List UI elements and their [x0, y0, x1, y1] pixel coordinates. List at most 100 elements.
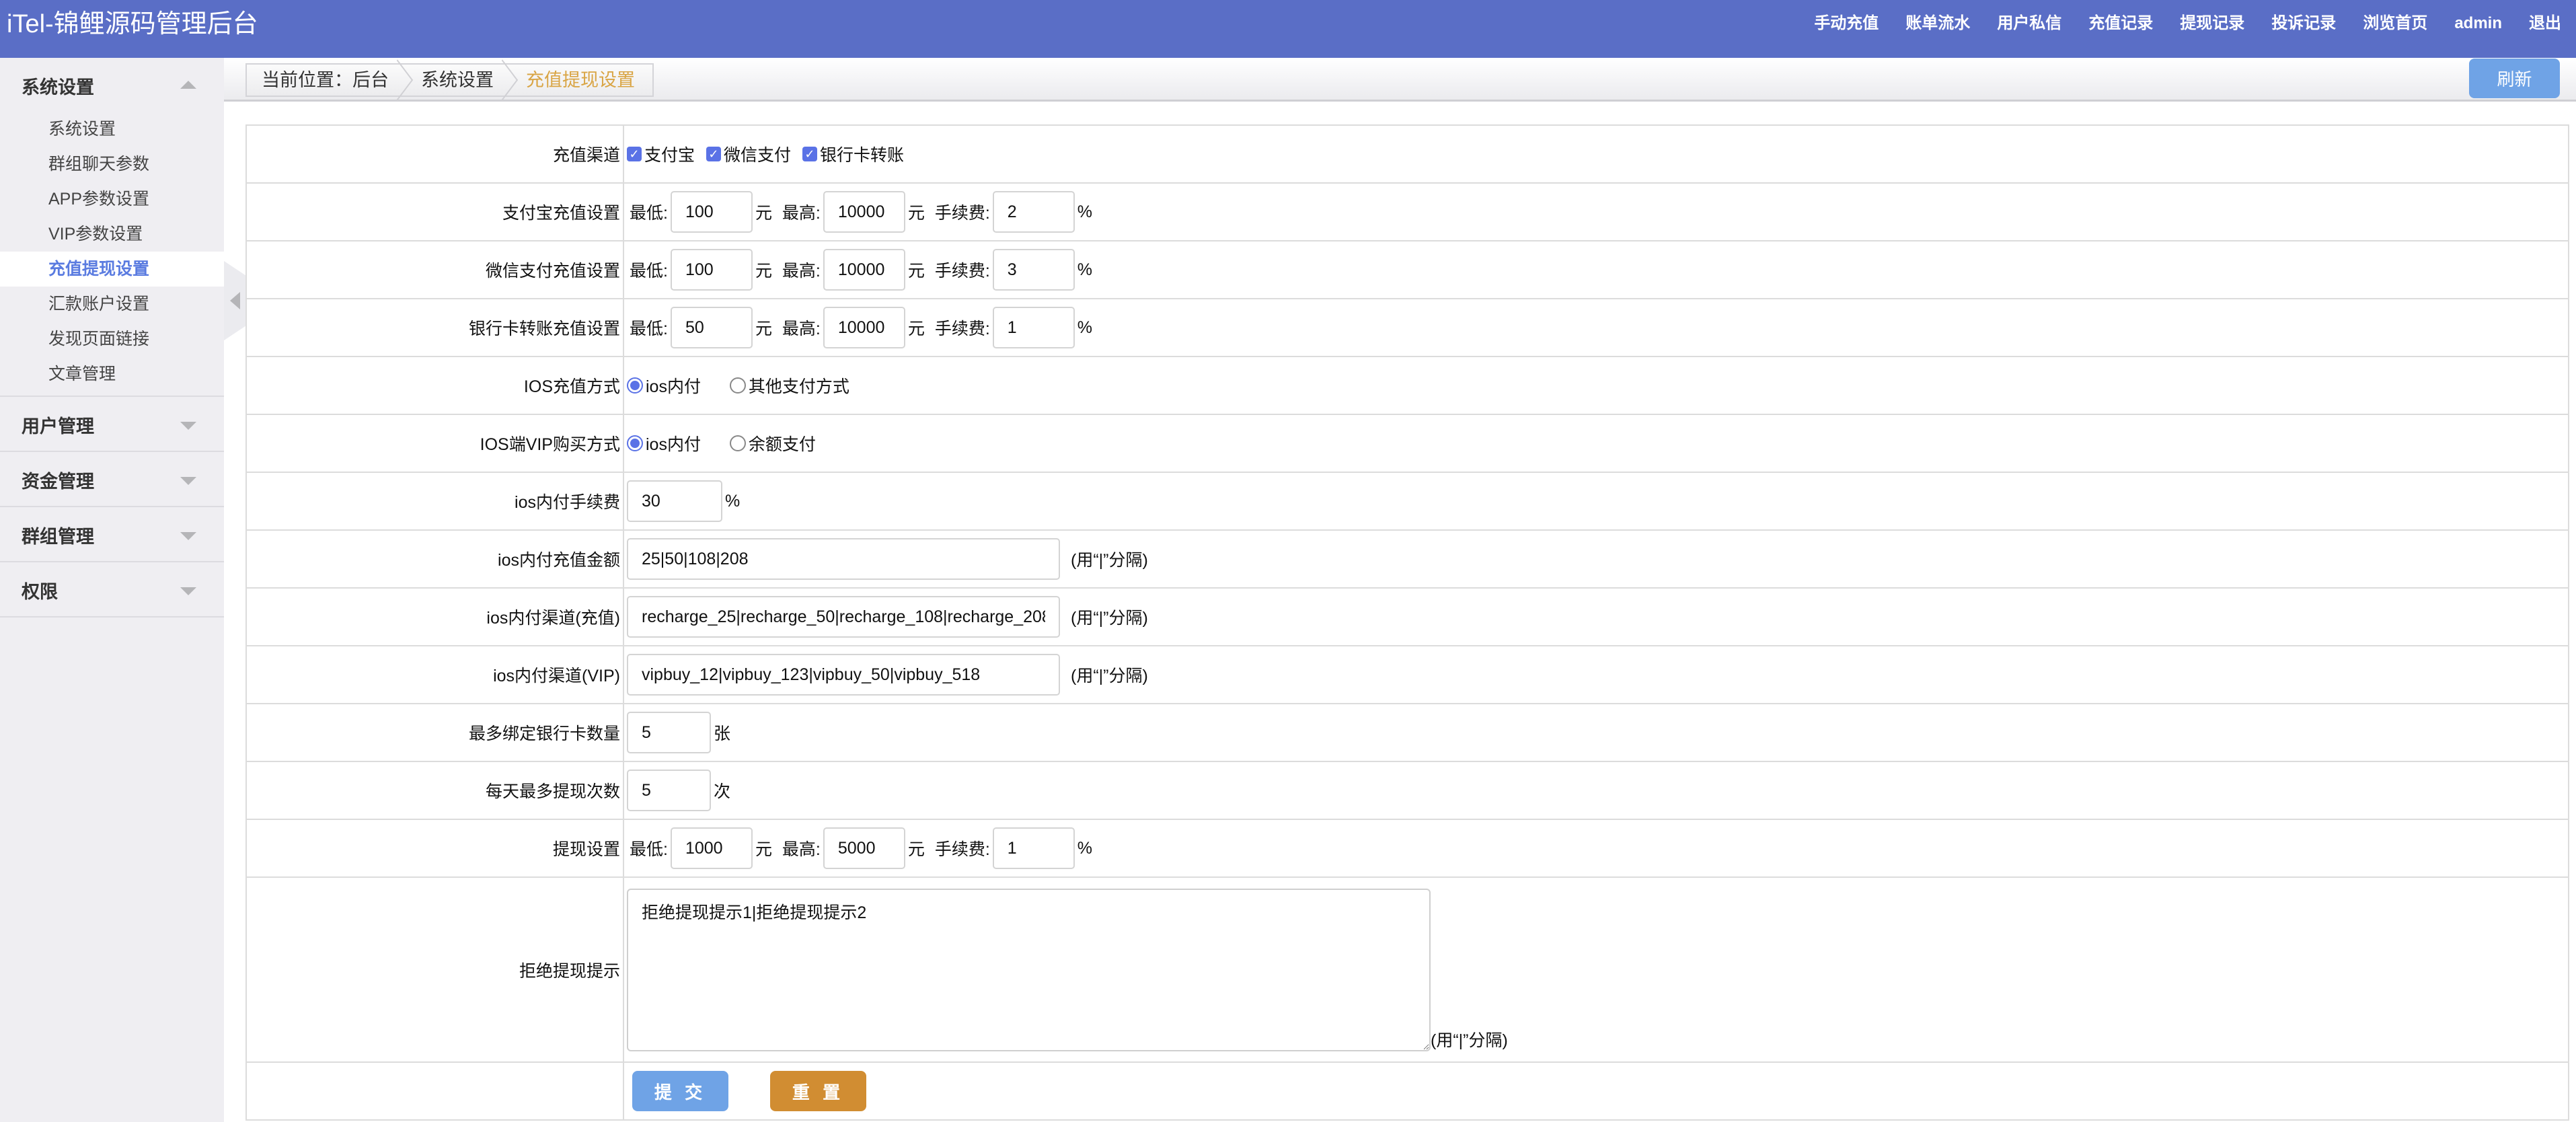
field-label: 银行卡转账充值设置	[245, 298, 624, 357]
sidebar-item-recharge-withdraw[interactable]: 充值提现设置	[0, 252, 224, 287]
field-label: IOS充值方式	[245, 356, 624, 415]
chevron-down-icon	[180, 532, 196, 540]
times-unit: 次	[714, 782, 731, 801]
percent-unit: %	[1077, 202, 1093, 221]
chevron-down-icon	[180, 422, 196, 430]
breadcrumb-home[interactable]: 当前位置：后台	[247, 65, 406, 96]
field-label: 充值渠道	[245, 124, 624, 184]
sidebar-item-vip-params[interactable]: VIP参数设置	[0, 217, 224, 252]
sidebar-collapse-handle[interactable]	[224, 261, 245, 340]
field-label: 提现设置	[245, 819, 624, 878]
wechat-max-input[interactable]	[823, 249, 905, 291]
bank-max-input[interactable]	[823, 307, 905, 348]
row-ios-fee: ios内付手续费 %	[245, 472, 2569, 531]
breadcrumb-bar: 当前位置：后台 系统设置 充值提现设置 刷新	[224, 58, 2576, 102]
row-ios-channel-vip: ios内付渠道(VIP) (用“|”分隔)	[245, 645, 2569, 704]
empty-cell	[245, 1061, 624, 1121]
checkmark-icon: ✓	[706, 147, 721, 161]
nav-manual-recharge[interactable]: 手动充值	[1814, 12, 1879, 35]
min-label: 最低:	[630, 204, 668, 223]
bank-fee-input[interactable]	[992, 307, 1075, 348]
alipay-min-input[interactable]	[670, 191, 753, 233]
field-label: ios内付渠道(VIP)	[245, 645, 624, 704]
withdraw-min-input[interactable]	[670, 827, 753, 869]
radio-selected-icon	[627, 377, 643, 394]
nav-withdraw-records[interactable]: 提现记录	[2180, 12, 2244, 35]
sidebar-group-label: 群组管理	[22, 527, 94, 547]
wechat-fee-input[interactable]	[992, 249, 1075, 291]
sidebar-group-system: 系统设置 系统设置 群组聊天参数 APP参数设置 VIP参数设置 充值提现设置 …	[0, 58, 224, 397]
sidebar-item-remit-account[interactable]: 汇款账户设置	[0, 287, 224, 322]
radio-label: 余额支付	[748, 435, 816, 454]
app-title: iTel-锦鲤源码管理后台	[7, 10, 258, 38]
percent-unit: %	[725, 491, 741, 511]
sidebar-item-discover-links[interactable]: 发现页面链接	[0, 322, 224, 357]
yuan-unit: 元	[907, 840, 925, 859]
sidebar-group-users[interactable]: 用户管理	[0, 397, 224, 452]
nav-logout[interactable]: 退出	[2529, 12, 2561, 35]
field-label: ios内付渠道(充值)	[245, 587, 624, 646]
ios-channel-vip-input[interactable]	[627, 654, 1060, 696]
nav-user-messages[interactable]: 用户私信	[1997, 12, 2061, 35]
sidebar-group-groups[interactable]: 群组管理	[0, 507, 224, 562]
checkbox-label: 支付宝	[644, 146, 695, 165]
settings-form: 充值渠道 ✓支付宝 ✓微信支付 ✓银行卡转账 支付宝充值设置 最低:元 最高:元…	[245, 124, 2569, 1121]
sidebar-group-funds[interactable]: 资金管理	[0, 452, 224, 507]
submit-button[interactable]: 提 交	[632, 1071, 728, 1111]
wechat-min-input[interactable]	[670, 249, 753, 291]
max-withdraw-input[interactable]	[627, 770, 711, 811]
radio-vip-balance[interactable]: 余额支付	[729, 431, 816, 455]
sidebar-group-label: 资金管理	[22, 472, 94, 492]
max-label: 最高:	[782, 204, 821, 223]
withdraw-fee-input[interactable]	[992, 827, 1075, 869]
fee-label: 手续费:	[934, 204, 990, 223]
reject-tip-textarea[interactable]: 拒绝提现提示1|拒绝提现提示2	[627, 888, 1431, 1051]
nav-recharge-records[interactable]: 充值记录	[2088, 12, 2153, 35]
sidebar-item-system-settings[interactable]: 系统设置	[0, 112, 224, 147]
nav-complaint-records[interactable]: 投诉记录	[2271, 12, 2336, 35]
max-cards-input[interactable]	[627, 712, 711, 753]
yuan-unit: 元	[907, 204, 925, 223]
sidebar-item-articles[interactable]: 文章管理	[0, 357, 224, 391]
row-withdraw-settings: 提现设置 最低: 元 最高: 元 手续费:%	[245, 819, 2569, 878]
chevron-left-icon	[230, 292, 240, 309]
ios-amounts-input[interactable]	[627, 538, 1060, 580]
sidebar-item-group-chat-params[interactable]: 群组聊天参数	[0, 147, 224, 182]
breadcrumb-system-settings[interactable]: 系统设置	[406, 65, 511, 96]
chevron-up-icon	[180, 81, 196, 89]
sidebar-group-permissions[interactable]: 权限	[0, 562, 224, 618]
withdraw-max-input[interactable]	[823, 827, 905, 869]
radio-selected-icon	[627, 435, 643, 451]
fee-label: 手续费:	[934, 320, 990, 338]
alipay-fee-input[interactable]	[992, 191, 1075, 233]
row-ios-amounts: ios内付充值金额 (用“|”分隔)	[245, 529, 2569, 589]
radio-ios-inapp[interactable]: ios内付	[627, 373, 701, 398]
ios-fee-input[interactable]	[627, 480, 722, 522]
sidebar-group-header-system[interactable]: 系统设置	[0, 58, 224, 112]
nav-browse-home[interactable]: 浏览首页	[2363, 12, 2427, 35]
ios-channel-recharge-input[interactable]	[627, 596, 1060, 638]
bank-min-input[interactable]	[670, 307, 753, 348]
nav-bill-flow[interactable]: 账单流水	[1905, 12, 1970, 35]
field-label: 拒绝提现提示	[245, 876, 624, 1063]
radio-label: ios内付	[646, 377, 701, 396]
refresh-button[interactable]: 刷新	[2469, 59, 2560, 98]
radio-vip-ios-inapp[interactable]: ios内付	[627, 431, 701, 455]
checkbox-wechat[interactable]: ✓ 微信支付	[706, 142, 791, 166]
row-wechat-settings: 微信支付充值设置 最低: 元 最高: 元 手续费:%	[245, 240, 2569, 299]
radio-unselected-icon	[729, 435, 746, 451]
field-label: ios内付充值金额	[245, 529, 624, 589]
alipay-max-input[interactable]	[823, 191, 905, 233]
breadcrumb-current: 充值提现设置	[526, 70, 635, 90]
nav-admin-user[interactable]: admin	[2454, 12, 2502, 35]
field-label: IOS端VIP购买方式	[245, 414, 624, 473]
top-nav: 手动充值 账单流水 用户私信 充值记录 提现记录 投诉记录 浏览首页 admin…	[1787, 12, 2561, 35]
row-actions: 提 交重 置	[245, 1061, 2569, 1121]
sidebar-item-app-params[interactable]: APP参数设置	[0, 182, 224, 217]
reset-button[interactable]: 重 置	[770, 1071, 866, 1111]
radio-other-payment[interactable]: 其他支付方式	[729, 373, 849, 398]
card-unit: 张	[714, 724, 731, 743]
checkbox-alipay[interactable]: ✓ 支付宝	[627, 142, 695, 166]
checkbox-bank-transfer[interactable]: ✓ 银行卡转账	[802, 142, 904, 166]
row-recharge-channels: 充值渠道 ✓ 支付宝 ✓ 微信支付 ✓ 银行卡转账	[245, 124, 2569, 184]
